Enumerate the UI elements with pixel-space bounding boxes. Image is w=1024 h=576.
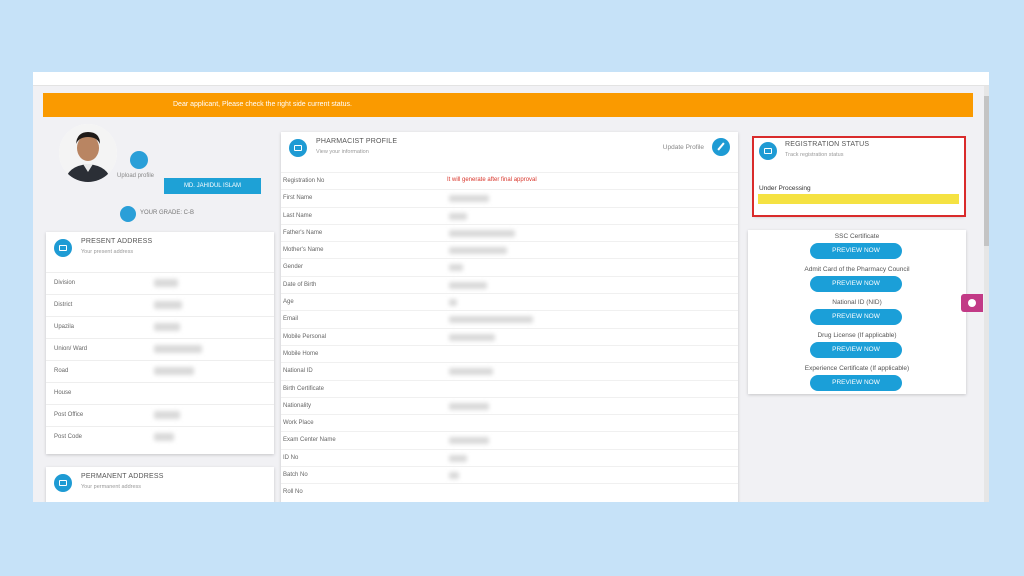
status-highlight-outline <box>752 136 966 217</box>
card-title: PHARMACIST PROFILE <box>316 138 398 145</box>
profile-row: Date of Birth <box>281 275 738 293</box>
profile-row: Mother's Name <box>281 241 738 258</box>
address-row: Post Office <box>46 404 274 426</box>
profile-row: Roll No <box>281 483 738 500</box>
grade-label: YOUR GRADE: C-B <box>140 210 195 216</box>
document-item: SSC Certificate PREVIEW NOW <box>748 230 966 263</box>
upload-cloud-icon[interactable] <box>130 151 148 169</box>
preview-now-button[interactable]: PREVIEW NOW <box>810 276 902 292</box>
profile-row: Work Place <box>281 414 738 431</box>
profile-row: Birth Certificate <box>281 379 738 397</box>
profile-row: Batch No <box>281 466 738 483</box>
chat-icon <box>968 299 976 307</box>
briefcase-icon <box>54 474 72 492</box>
profile-row: Exam Center Name <box>281 431 738 448</box>
profile-row: Email <box>281 310 738 327</box>
profile-row: Registration No It will generate after fi… <box>281 172 738 189</box>
card-title: PERMANENT ADDRESS <box>81 473 164 480</box>
profile-row: Gender <box>281 258 738 275</box>
top-bar <box>33 72 989 86</box>
address-row: Upazila <box>46 316 274 338</box>
card-subtitle: View your information <box>316 149 369 155</box>
address-row: House <box>46 382 274 404</box>
profile-row: First Name <box>281 189 738 206</box>
profile-row: National ID <box>281 362 738 379</box>
address-row: Division <box>46 272 274 294</box>
document-item: Drug License (If applicable) PREVIEW NOW <box>748 329 966 362</box>
address-row: District <box>46 294 274 316</box>
address-row: Post Code <box>46 426 274 448</box>
preview-now-button[interactable]: PREVIEW NOW <box>810 243 902 259</box>
card-title: PRESENT ADDRESS <box>81 238 153 245</box>
present-address-card: PRESENT ADDRESS Your present address Div… <box>46 232 274 454</box>
document-item: Admit Card of the Pharmacy Council PREVI… <box>748 263 966 296</box>
avatar <box>59 124 117 182</box>
edit-profile-button[interactable] <box>712 138 730 156</box>
pharmacist-profile-card: PHARMACIST PROFILE View your information… <box>281 132 738 502</box>
notice-banner: Dear applicant, Please check the right s… <box>43 93 973 117</box>
help-chat-button[interactable] <box>961 294 983 312</box>
document-item: National ID (NID) PREVIEW NOW <box>748 296 966 329</box>
document-item: Experience Certificate (If applicable) P… <box>748 362 966 395</box>
card-subtitle: Your permanent address <box>81 484 142 490</box>
profile-row: Father's Name <box>281 223 738 241</box>
address-row: Road <box>46 360 274 382</box>
briefcase-icon <box>54 239 72 257</box>
profile-row: ID No <box>281 448 738 466</box>
address-row: Union/ Ward <box>46 338 274 360</box>
registration-value: It will generate after final approval <box>447 177 537 183</box>
upload-profile-label[interactable]: Upload profile <box>117 173 154 179</box>
profile-row: Age <box>281 293 738 310</box>
user-name-button[interactable]: MD. JAHIDUL ISLAM <box>164 178 261 194</box>
preview-now-button[interactable]: PREVIEW NOW <box>810 375 902 391</box>
scrollbar[interactable] <box>984 86 989 502</box>
documents-card: SSC Certificate PREVIEW NOW Admit Card o… <box>748 230 966 394</box>
update-profile-label[interactable]: Update Profile <box>663 144 704 151</box>
profile-row: Mobile Home <box>281 344 738 362</box>
profile-row: Last Name <box>281 206 738 224</box>
permanent-address-card: PERMANENT ADDRESS Your permanent address <box>46 467 274 502</box>
pencil-icon <box>717 142 725 151</box>
preview-now-button[interactable]: PREVIEW NOW <box>810 342 902 358</box>
profile-row: Nationality <box>281 396 738 414</box>
preview-now-button[interactable]: PREVIEW NOW <box>810 309 902 325</box>
profile-row: Mobile Personal <box>281 327 738 345</box>
browser-frame: Dear applicant, Please check the right s… <box>33 72 989 502</box>
grade-cloud-icon <box>120 206 136 222</box>
scrollbar-thumb[interactable] <box>984 96 989 246</box>
card-subtitle: Your present address <box>81 249 134 255</box>
briefcase-icon <box>289 139 307 157</box>
